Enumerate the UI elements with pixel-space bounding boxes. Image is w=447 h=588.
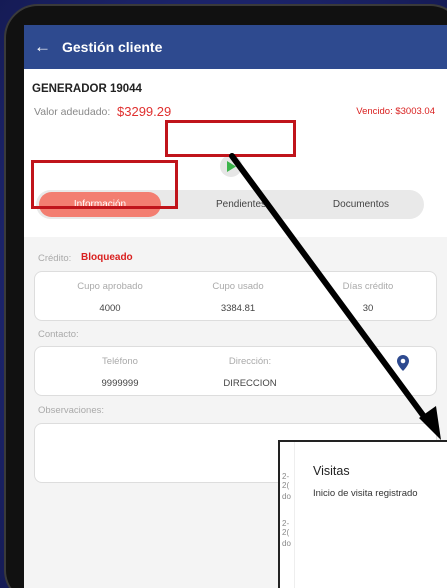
dialog-message: Inicio de visita registrado: [313, 488, 418, 499]
behind-text: do: [282, 539, 291, 548]
behind-text: 2-2(: [282, 472, 290, 490]
behind-text: do: [282, 492, 291, 501]
background-list-edge: 2-2( do 2-2( do: [280, 442, 295, 588]
visit-dialog: 2-2( do 2-2( do Visitas Inicio de visita…: [278, 440, 447, 588]
behind-text: 2-2(: [282, 519, 290, 537]
dialog-title: Visitas: [313, 464, 350, 478]
